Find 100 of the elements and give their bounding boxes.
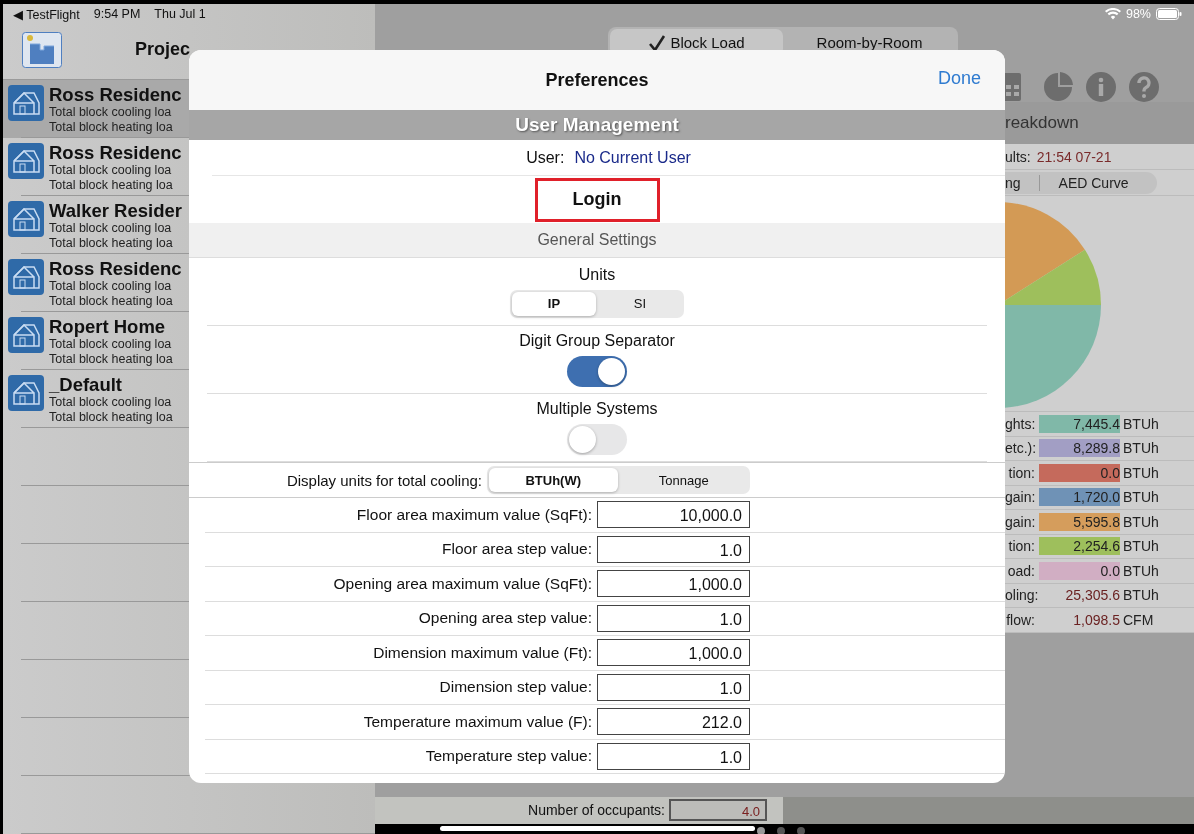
segmented-control[interactable]: BTUh(W) Tonnage bbox=[487, 466, 750, 494]
number-field[interactable]: 1.0 bbox=[597, 673, 750, 701]
legend-value: 2,254.6 bbox=[1039, 537, 1120, 556]
house-icon bbox=[8, 201, 44, 237]
number-field[interactable]: 212.0 bbox=[597, 708, 750, 736]
legend-value: 1,720.0 bbox=[1039, 488, 1120, 507]
project-list-item[interactable]: Ropert Home Total block cooling loa Total block heating loa bbox=[3, 312, 375, 370]
view-selector[interactable]: ng AED Curve bbox=[1005, 171, 1157, 194]
unit-label: BTUh bbox=[1123, 464, 1159, 481]
back-to-app-link[interactable]: ◀ TestFlight bbox=[13, 6, 80, 22]
home-indicator[interactable] bbox=[440, 825, 755, 831]
house-icon bbox=[8, 143, 44, 179]
setting-label: Opening area step value: bbox=[417, 609, 592, 628]
legend-label: gain: bbox=[1005, 513, 1035, 530]
number-field[interactable]: 1,000.0 bbox=[597, 639, 750, 667]
unit-label: BTUh bbox=[1123, 415, 1159, 432]
login-button[interactable]: Login bbox=[534, 177, 660, 222]
project-name: Ross Residenc bbox=[49, 259, 182, 279]
project-summary: Total block heating loa bbox=[49, 120, 174, 135]
app-logo-icon[interactable] bbox=[22, 31, 62, 68]
view-option[interactable]: ng bbox=[1005, 174, 1039, 191]
section-title: General Settings bbox=[537, 231, 657, 249]
view-tab[interactable]: Room-by-Room bbox=[783, 29, 956, 56]
legend-value: 5,595.8 bbox=[1039, 512, 1120, 531]
legend-value: 7,445.4 bbox=[1039, 414, 1120, 433]
unit-label: BTUh bbox=[1123, 562, 1159, 579]
results-time: 21:54 07-21 bbox=[1036, 148, 1112, 165]
number-field[interactable]: 10,000.0 bbox=[597, 501, 750, 529]
project-summary: Total block cooling loa bbox=[49, 105, 173, 120]
page-dot bbox=[757, 826, 765, 834]
user-value: No Current User bbox=[574, 148, 691, 167]
project-name: Walker Resider bbox=[49, 201, 182, 221]
unit-label: BTUh bbox=[1123, 489, 1159, 506]
legend-label: gain: bbox=[1005, 489, 1035, 506]
field-label: User: bbox=[526, 148, 565, 167]
project-summary: Total block cooling loa bbox=[49, 395, 173, 410]
panel-title: reakdown bbox=[1005, 113, 1079, 133]
unit-label: BTUh bbox=[1123, 538, 1159, 555]
number-field[interactable]: 1.0 bbox=[597, 535, 750, 563]
segment-option[interactable]: Tonnage bbox=[619, 468, 748, 492]
info-icon[interactable] bbox=[1086, 72, 1116, 102]
project-summary: Total block cooling loa bbox=[49, 163, 173, 178]
checkmark-icon bbox=[648, 33, 667, 52]
setting-label: Dimension step value: bbox=[438, 678, 592, 697]
legend-label: flow: bbox=[1005, 611, 1035, 628]
unit-label: CFM bbox=[1123, 611, 1154, 628]
segment-option[interactable]: BTUh(W) bbox=[489, 468, 618, 492]
setting-label: Display units for total cooling: bbox=[286, 471, 482, 489]
legend-label: ghts: bbox=[1005, 415, 1035, 432]
page-dot bbox=[797, 826, 805, 834]
help-icon[interactable] bbox=[1129, 72, 1159, 102]
project-summary: Total block cooling loa bbox=[49, 279, 173, 294]
project-summary: Total block heating loa bbox=[49, 236, 174, 251]
pie-chart-icon[interactable] bbox=[1043, 72, 1073, 102]
results-label: ults: bbox=[1005, 148, 1031, 165]
project-list-item[interactable]: _Default Total block cooling loa Total block heating loa bbox=[3, 370, 375, 428]
legend-label: oad: bbox=[1006, 562, 1035, 579]
view-option[interactable]: AED Curve bbox=[1038, 174, 1147, 191]
sidebar-title: Projec bbox=[135, 39, 191, 60]
done-button[interactable]: Done bbox=[937, 68, 981, 89]
setting-label: Units bbox=[578, 265, 616, 284]
unit-label: BTUh bbox=[1123, 440, 1159, 457]
unit-label: BTUh bbox=[1123, 513, 1159, 530]
project-list-item[interactable]: Ross Residenc Total block cooling loa Total block heating loa bbox=[3, 254, 375, 312]
occupants-field[interactable]: 4.0 bbox=[669, 799, 767, 822]
number-field[interactable]: 1.0 bbox=[597, 742, 750, 770]
section-title: User Management bbox=[515, 114, 679, 136]
legend-label: oling: bbox=[1005, 587, 1035, 604]
project-name: Ross Residenc bbox=[49, 85, 182, 105]
project-list-item[interactable]: Walker Resider Total block cooling loa Total block heating loa bbox=[3, 196, 375, 254]
segment-option[interactable]: SI bbox=[598, 291, 682, 316]
project-summary: Total block cooling loa bbox=[49, 221, 173, 236]
setting-label: Multiple Systems bbox=[536, 400, 658, 418]
project-list-item[interactable]: Ross Residenc Total block cooling loa Total block heating loa bbox=[3, 138, 375, 196]
status-date: Thu Jul 1 bbox=[154, 6, 206, 22]
segment-option[interactable]: IP bbox=[512, 291, 596, 316]
project-summary: Total block heating loa bbox=[49, 178, 174, 193]
legend-label: etc.): bbox=[1005, 440, 1035, 457]
house-icon bbox=[8, 375, 44, 411]
project-summary: Total block heating loa bbox=[49, 410, 173, 425]
toggle-switch[interactable] bbox=[567, 356, 627, 387]
calculator-icon[interactable] bbox=[1005, 73, 1022, 101]
house-icon bbox=[8, 85, 44, 121]
legend-label: tion: bbox=[1007, 538, 1035, 555]
number-field[interactable]: 1,000.0 bbox=[597, 570, 750, 598]
number-field[interactable]: 1.0 bbox=[597, 604, 750, 632]
setting-label: Dimension maximum value (Ft): bbox=[372, 643, 592, 662]
wifi-icon bbox=[1104, 8, 1121, 20]
legend-value: 8,289.8 bbox=[1039, 439, 1120, 458]
project-summary: Total block heating loa bbox=[49, 352, 173, 367]
house-icon bbox=[8, 259, 44, 295]
setting-label: Digit Group Separator bbox=[519, 332, 675, 350]
segmented-control[interactable]: IP SI bbox=[510, 289, 684, 318]
setting-label: Floor area maximum value (SqFt): bbox=[355, 505, 592, 524]
battery-icon bbox=[1156, 8, 1182, 20]
project-summary: Total block cooling loa bbox=[49, 337, 173, 352]
toggle-switch[interactable] bbox=[567, 424, 627, 455]
setting-label: Opening area maximum value (SqFt): bbox=[332, 574, 592, 593]
status-time: 9:54 PM bbox=[93, 6, 141, 22]
battery-percent: 98% bbox=[1125, 7, 1151, 21]
